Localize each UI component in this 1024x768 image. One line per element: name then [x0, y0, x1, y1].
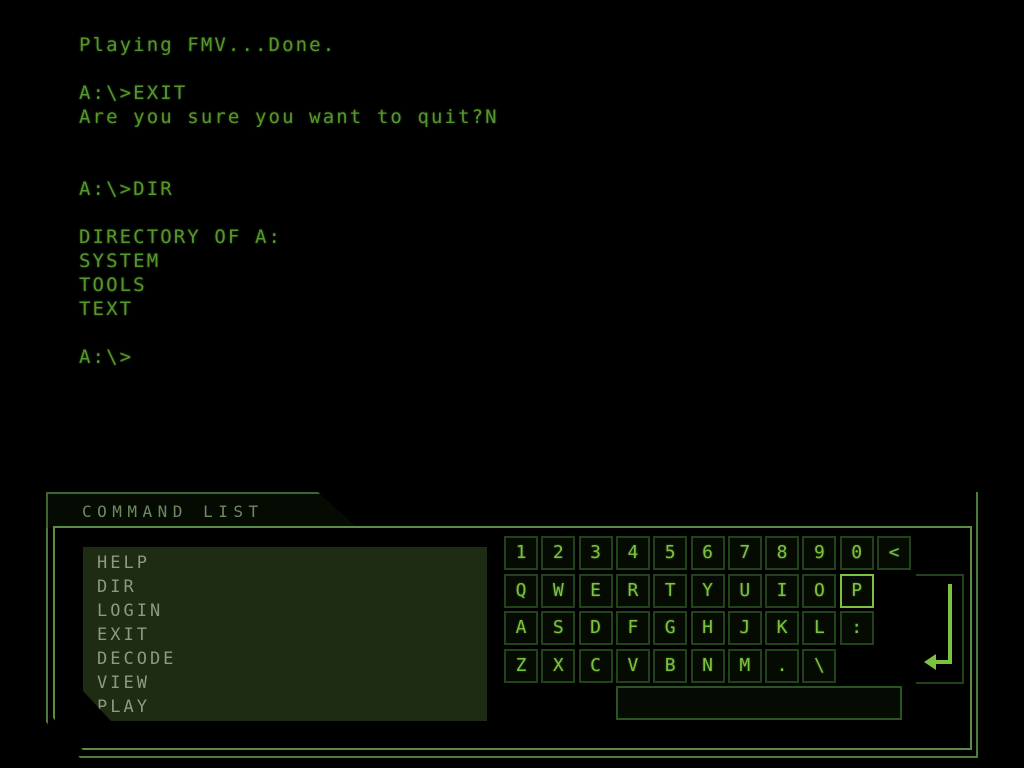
console-panel: COMMAND LIST HELP DIR LOGIN EXIT DECODE VIEW P… [46, 492, 978, 758]
key-4[interactable]: 4 [616, 536, 650, 570]
key-0[interactable]: 0 [840, 536, 874, 570]
key-c[interactable]: C [579, 649, 613, 683]
command-item-decode[interactable]: DECODE [83, 647, 487, 671]
key-r[interactable]: R [616, 574, 650, 608]
key-h[interactable]: H [691, 611, 725, 645]
key-m[interactable]: M [728, 649, 762, 683]
key-l[interactable]: L [802, 611, 836, 645]
console-body: HELP DIR LOGIN EXIT DECODE VIEW PLAY 123456789… [53, 526, 972, 750]
key-d[interactable]: D [579, 611, 613, 645]
terminal-line: Are you sure you want to quit?N [79, 106, 499, 128]
key-6[interactable]: 6 [691, 536, 725, 570]
key-z[interactable]: Z [504, 649, 538, 683]
key-9[interactable]: 9 [802, 536, 836, 570]
command-item-play[interactable]: PLAY [83, 695, 487, 719]
virtual-keyboard: 1 2 3 4 5 6 7 8 9 0 < Q W E R T Y U I O P A S D F G H J K L: Z X C V B N M. \ [504, 536, 964, 736]
key-a[interactable]: A [504, 611, 538, 645]
command-list: HELP DIR LOGIN EXIT DECODE VIEW PLAY [83, 547, 487, 721]
key-n[interactable]: N [691, 649, 725, 683]
key-e[interactable]: E [579, 574, 613, 608]
key-y[interactable]: Y [691, 574, 725, 608]
key-t[interactable]: T [653, 574, 687, 608]
terminal-line: Playing FMV...Done. [79, 34, 337, 56]
key-spacebar[interactable] [616, 686, 902, 720]
terminal-line: SYSTEM [79, 250, 161, 272]
key-i[interactable]: I [765, 574, 799, 608]
command-list-tab-label: COMMAND LIST [82, 502, 264, 521]
key-period[interactable]: . [765, 649, 799, 683]
key-w[interactable]: W [541, 574, 575, 608]
terminal-output: Playing FMV...Done. A:\>EXIT Are you sure… [79, 33, 979, 369]
command-list-tab: COMMAND LIST [46, 492, 358, 528]
terminal-line: A:\>DIR [79, 178, 174, 200]
key-f[interactable]: F [616, 611, 650, 645]
key-g[interactable]: G [653, 611, 687, 645]
terminal-line: DIRECTORY OF A: [79, 226, 283, 248]
key-8[interactable]: 8 [765, 536, 799, 570]
key-k[interactable]: K [765, 611, 799, 645]
key-j[interactable]: J [728, 611, 762, 645]
enter-arrow-icon [916, 574, 964, 684]
key-backspace[interactable]: < [877, 536, 911, 570]
key-backslash[interactable]: \ [802, 649, 836, 683]
terminal-line: A:\> [79, 346, 134, 368]
terminal-line: TEXT [79, 298, 134, 320]
key-x[interactable]: X [541, 649, 575, 683]
key-3[interactable]: 3 [579, 536, 613, 570]
terminal-line: A:\>EXIT [79, 82, 188, 104]
key-5[interactable]: 5 [653, 536, 687, 570]
key-q[interactable]: Q [504, 574, 538, 608]
command-item-help[interactable]: HELP [83, 551, 487, 575]
key-enter[interactable] [916, 574, 964, 684]
key-s[interactable]: S [541, 611, 575, 645]
command-item-login[interactable]: LOGIN [83, 599, 487, 623]
key-1[interactable]: 1 [504, 536, 538, 570]
key-o[interactable]: O [802, 574, 836, 608]
command-item-dir[interactable]: DIR [83, 575, 487, 599]
command-item-exit[interactable]: EXIT [83, 623, 487, 647]
terminal-line: TOOLS [79, 274, 147, 296]
key-p[interactable]: P [840, 574, 874, 608]
key-b[interactable]: B [653, 649, 687, 683]
key-u[interactable]: U [728, 574, 762, 608]
key-7[interactable]: 7 [728, 536, 762, 570]
key-2[interactable]: 2 [541, 536, 575, 570]
key-v[interactable]: V [616, 649, 650, 683]
command-item-view[interactable]: VIEW [83, 671, 487, 695]
key-colon[interactable]: : [840, 611, 874, 645]
